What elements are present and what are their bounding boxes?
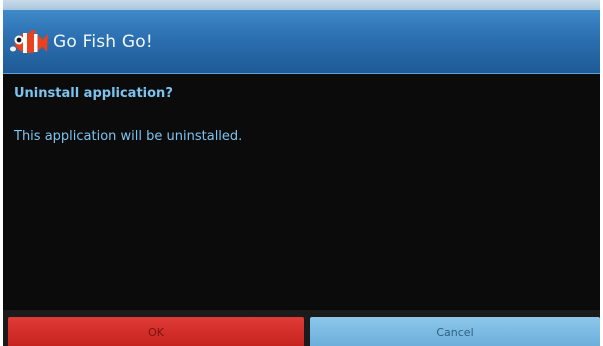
dialog-message: This application will be uninstalled. — [14, 129, 243, 144]
cancel-button[interactable]: Cancel — [310, 317, 600, 346]
clownfish-icon — [9, 25, 49, 59]
title-bar: Go Fish Go! — [3, 10, 600, 74]
app-title: Go Fish Go! — [53, 31, 153, 52]
ok-button[interactable]: OK — [8, 317, 304, 346]
device-screen: Go Fish Go! Uninstall application? This … — [3, 0, 600, 346]
button-bar: OK Cancel — [3, 310, 600, 346]
dialog-heading: Uninstall application? — [14, 86, 173, 101]
status-bar — [3, 0, 600, 10]
